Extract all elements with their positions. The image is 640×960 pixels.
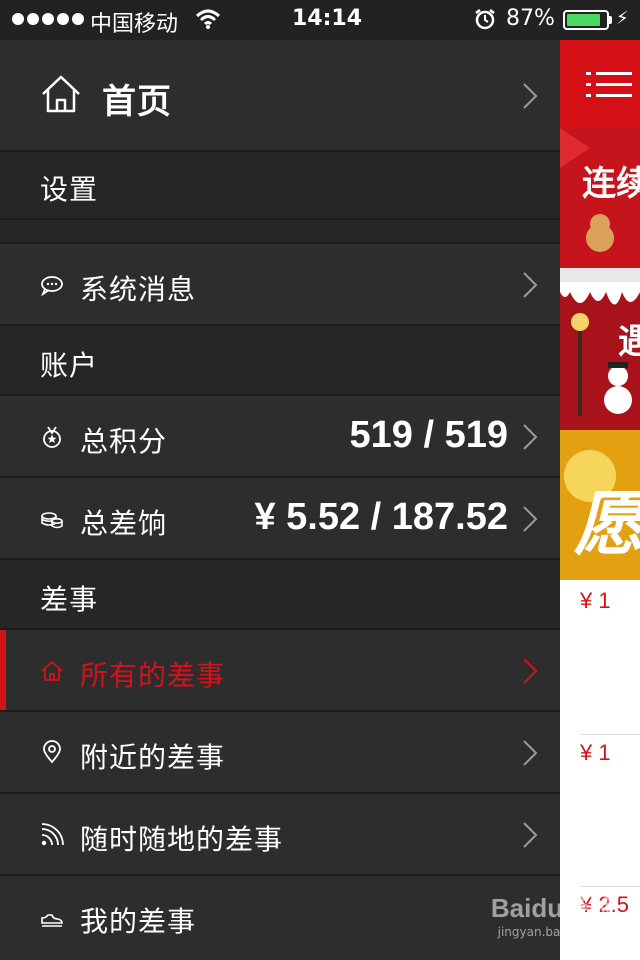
chevron-right-icon bbox=[523, 83, 538, 109]
watermark: Baidu经验 jingyan.baidu.com bbox=[488, 888, 618, 939]
menu-item-label: 系统消息 bbox=[80, 273, 197, 306]
menu-item-nearby-tasks[interactable]: 附近的差事 bbox=[0, 712, 560, 794]
menu-item-system-messages[interactable]: 系统消息 bbox=[0, 244, 560, 326]
home-icon bbox=[42, 75, 80, 113]
menu-item-label: 附近的差事 bbox=[80, 741, 226, 774]
coins-icon bbox=[41, 512, 63, 529]
section-title: 设置 bbox=[40, 173, 99, 206]
chevron-right-icon bbox=[523, 424, 538, 450]
medal-icon bbox=[43, 426, 61, 448]
promo-banner[interactable]: 遇 bbox=[560, 282, 640, 430]
menu-item-all-tasks[interactable]: 所有的差事 bbox=[0, 630, 560, 712]
battery-icon bbox=[563, 10, 609, 30]
chevron-right-icon bbox=[523, 658, 538, 684]
alarm-icon bbox=[475, 9, 495, 30]
main-content-peek[interactable]: 连续 遇 愿 ¥ 1 ¥ 1 ¥ 2.5 bbox=[560, 40, 640, 960]
battery-fill bbox=[567, 14, 600, 26]
battery-tip bbox=[609, 16, 612, 24]
earnings-value: ¥ 5.52 / 187.52 bbox=[254, 496, 508, 538]
carrier-name: 中国移动 bbox=[90, 12, 179, 37]
shoe-icon bbox=[41, 914, 63, 927]
peek-header bbox=[560, 40, 640, 128]
status-time: 14:14 bbox=[292, 6, 363, 31]
chevron-right-icon bbox=[523, 740, 538, 766]
active-indicator bbox=[0, 630, 6, 710]
section-header-settings: 设置 bbox=[0, 152, 560, 220]
banner-text: 连续 bbox=[582, 164, 640, 204]
section-header-tasks: 差事 bbox=[0, 560, 560, 630]
menu-item-anytime-tasks[interactable]: 随时随地的差事 bbox=[0, 794, 560, 876]
menu-item-label: 随时随地的差事 bbox=[80, 823, 284, 856]
menu-item-total-points[interactable]: 总积分 519 / 519 bbox=[0, 396, 560, 478]
section-spacer bbox=[0, 220, 560, 244]
banner-text: 遇 bbox=[618, 322, 640, 362]
battery-percent: 87% bbox=[506, 6, 555, 31]
task-price: ¥ 1 bbox=[580, 740, 611, 765]
rss-icon bbox=[41, 823, 64, 846]
watermark-url: jingyan.baidu.com bbox=[497, 925, 609, 939]
menu-item-label: 总积分 bbox=[80, 425, 168, 458]
divider bbox=[580, 734, 640, 735]
charging-bolt-icon: ⚡ bbox=[616, 8, 629, 29]
list-menu-icon[interactable] bbox=[586, 70, 632, 100]
section-title: 账户 bbox=[40, 349, 99, 382]
menu-item-label: 我的差事 bbox=[80, 905, 197, 938]
location-pin-icon bbox=[43, 740, 61, 764]
side-menu: 首页 设置 系统消息 账户 总积分 519 / 519 总差饷 ¥ 5.52 /… bbox=[0, 40, 560, 960]
section-title: 差事 bbox=[40, 583, 99, 616]
home-icon bbox=[41, 661, 63, 681]
status-bar: 中国移动 14:14 87% ⚡ bbox=[0, 0, 640, 40]
menu-item-label: 总差饷 bbox=[80, 507, 168, 540]
task-price: ¥ 1 bbox=[580, 588, 611, 613]
menu-item-my-tasks[interactable]: 我的差事 bbox=[0, 876, 560, 960]
divider bbox=[580, 886, 640, 887]
watermark-brand: Baidu经验 bbox=[490, 893, 616, 923]
menu-item-total-earnings[interactable]: 总差饷 ¥ 5.52 / 187.52 bbox=[0, 478, 560, 560]
menu-item-label: 所有的差事 bbox=[80, 659, 226, 692]
signal-dots-icon bbox=[12, 13, 84, 25]
promo-banner[interactable]: 连续 bbox=[560, 128, 640, 282]
chevron-right-icon bbox=[523, 506, 538, 532]
menu-item-label: 首页 bbox=[102, 82, 172, 122]
points-value: 519 / 519 bbox=[349, 414, 508, 456]
section-header-account: 账户 bbox=[0, 326, 560, 396]
chevron-right-icon bbox=[523, 822, 538, 848]
chat-bubble-icon bbox=[41, 276, 63, 297]
banner-art bbox=[560, 128, 640, 282]
chevron-right-icon bbox=[523, 272, 538, 298]
wifi-icon bbox=[195, 9, 221, 29]
menu-item-home[interactable]: 首页 bbox=[0, 40, 560, 152]
banner-text: 愿 bbox=[574, 483, 640, 565]
promo-banner[interactable]: 愿 bbox=[560, 430, 640, 580]
